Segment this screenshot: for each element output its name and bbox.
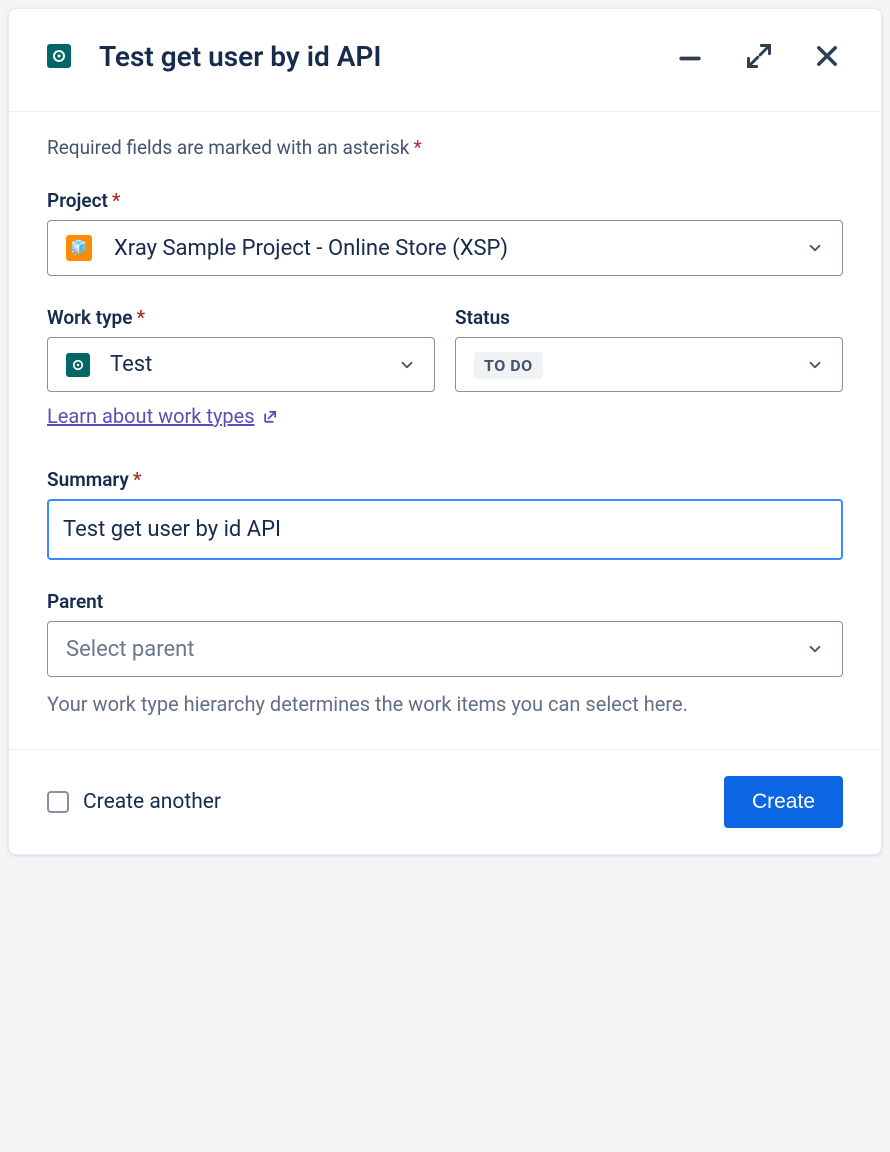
chevron-down-icon <box>806 356 824 374</box>
summary-input[interactable] <box>47 499 843 560</box>
parent-select[interactable]: Select parent <box>47 621 843 677</box>
close-button[interactable] <box>809 38 845 74</box>
create-button[interactable]: Create <box>724 776 843 828</box>
chevron-down-icon <box>398 356 416 374</box>
external-link-icon <box>261 406 281 426</box>
status-field: Status TO DO <box>455 306 843 428</box>
status-badge: TO DO <box>474 352 543 379</box>
create-issue-modal: Test get user by id API Required fields … <box>8 8 882 855</box>
parent-field: Parent Select parent Your work type hier… <box>47 590 843 719</box>
minimize-icon <box>675 41 705 71</box>
modal-body: Required fields are marked with an aster… <box>9 112 881 749</box>
expand-button[interactable] <box>741 38 777 74</box>
parent-label: Parent <box>47 590 843 613</box>
test-type-icon <box>66 353 90 377</box>
issue-type-icon <box>47 44 71 68</box>
minimize-button[interactable] <box>671 37 709 75</box>
work-type-field: Work type* Test Learn about work types <box>47 306 435 428</box>
create-another-checkbox-group[interactable]: Create another <box>47 790 221 814</box>
create-another-checkbox[interactable] <box>47 791 69 813</box>
expand-icon <box>745 42 773 70</box>
project-field: Project* 🧊 Xray Sample Project - Online … <box>47 189 843 276</box>
summary-field: Summary* <box>47 468 843 560</box>
worktype-status-row: Work type* Test Learn about work types S… <box>47 306 843 428</box>
chevron-down-icon <box>806 239 824 257</box>
work-type-select[interactable]: Test <box>47 337 435 392</box>
project-avatar-icon: 🧊 <box>66 235 92 261</box>
learn-work-types-link[interactable]: Learn about work types <box>47 404 281 428</box>
project-select[interactable]: 🧊 Xray Sample Project - Online Store (XS… <box>47 220 843 276</box>
close-icon <box>813 42 841 70</box>
summary-label: Summary* <box>47 468 843 491</box>
modal-footer: Create another Create <box>9 749 881 854</box>
project-value: Xray Sample Project - Online Store (XSP) <box>114 236 806 261</box>
status-label: Status <box>455 306 843 329</box>
project-label: Project* <box>47 189 843 212</box>
parent-help-text: Your work type hierarchy determines the … <box>47 689 843 719</box>
header-actions <box>671 37 845 75</box>
parent-placeholder: Select parent <box>66 637 806 662</box>
work-type-label: Work type* <box>47 306 435 329</box>
modal-title: Test get user by id API <box>99 40 671 73</box>
create-another-label: Create another <box>83 790 221 814</box>
modal-header: Test get user by id API <box>9 9 881 112</box>
status-select[interactable]: TO DO <box>455 337 843 392</box>
work-type-value: Test <box>110 352 398 377</box>
chevron-down-icon <box>806 640 824 658</box>
required-note: Required fields are marked with an aster… <box>47 136 843 159</box>
